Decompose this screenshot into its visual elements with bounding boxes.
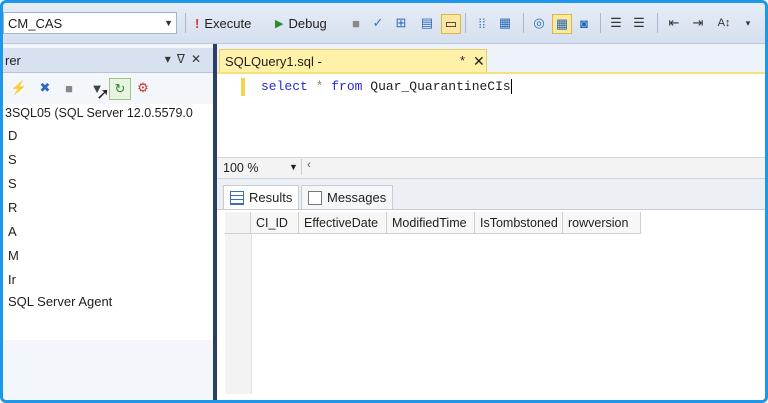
unsaved-marker: * — [460, 53, 466, 68]
debug-button[interactable]: ▶ Debug — [275, 12, 327, 34]
results-pane: Results Messages CI_ID EffectiveDate Mod… — [217, 179, 765, 400]
play-icon: ▶ — [275, 17, 284, 30]
stop-icon[interactable]: ■ — [59, 78, 79, 98]
server-node[interactable]: 3SQL05 (SQL Server 12.0.5579.0 MC — [5, 106, 234, 120]
tab-results-label: Results — [249, 190, 293, 205]
tree-node[interactable]: S — [8, 176, 17, 191]
chevron-down-icon: ▼ — [164, 18, 173, 28]
mouse-cursor-icon: ➚ — [96, 86, 110, 103]
column-header[interactable]: ModifiedTime — [387, 212, 475, 234]
main-toolbar: CM_CAS ▼ ! Execute ▶ Debug ■ ✓ ⊞ ▤ ▭ ⁞⁞ … — [3, 3, 765, 44]
pin-icon[interactable]: ᐁ — [177, 52, 191, 66]
query-text[interactable]: select * from Quar_QuarantineCIs — [261, 79, 512, 95]
sql-keyword: select — [261, 79, 308, 94]
stop-icon[interactable]: ■ — [347, 14, 365, 32]
server-node-label: 3SQL05 (SQL Server 12.0.5579.0 — [5, 106, 193, 120]
results-to-grid-icon[interactable]: ▦ — [496, 14, 514, 32]
intellisense-icon[interactable]: ▭ — [441, 14, 461, 34]
decrease-indent-icon[interactable]: ⇤ — [665, 14, 683, 32]
close-icon[interactable]: ✕ — [473, 53, 485, 70]
tree-node[interactable]: D — [8, 128, 17, 143]
tree-node[interactable]: R — [8, 200, 17, 215]
tab-results[interactable]: Results — [223, 185, 300, 209]
uncomment-icon[interactable]: ☰ — [630, 14, 648, 32]
column-header[interactable]: rowversion — [563, 212, 641, 234]
execute-button[interactable]: ! Execute — [195, 12, 251, 34]
object-explorer-toolbar: ⚡ ✖ ■ ▼ ↻ ⚙ ➚ — [3, 74, 213, 103]
panel-controls: ▾ᐁ✕ — [165, 52, 207, 66]
comment-icon[interactable]: ☰ — [607, 14, 625, 32]
live-stats-icon[interactable]: ▦ — [552, 14, 572, 34]
check-icon[interactable]: ✓ — [369, 14, 387, 32]
object-explorer-header: rer ▾ᐁ✕ — [3, 48, 213, 73]
row-header-column — [225, 234, 252, 394]
column-header[interactable]: IsTombstoned — [475, 212, 563, 234]
tree-node[interactable]: S — [8, 152, 17, 167]
close-icon[interactable]: ✕ — [191, 52, 207, 66]
tab-messages-label: Messages — [327, 190, 387, 205]
results-grid-header: CI_ID EffectiveDate ModifiedTime IsTombs… — [225, 212, 641, 234]
column-header[interactable]: CI_ID — [251, 212, 299, 234]
dropdown-icon[interactable]: ▾ — [165, 52, 177, 66]
column-header[interactable]: EffectiveDate — [299, 212, 387, 234]
include-plan-icon[interactable]: ◎ — [530, 14, 548, 32]
specify-values-icon[interactable]: A↕ — [715, 14, 733, 32]
tab-messages[interactable]: Messages — [301, 185, 394, 209]
activity-monitor-icon[interactable]: ⚙ — [133, 78, 153, 98]
connect-icon[interactable]: ⚡ — [9, 78, 29, 98]
toolbar-overflow-icon[interactable]: ▾ — [739, 14, 757, 32]
object-explorer-title: rer — [5, 53, 21, 68]
tree-node-sql-agent[interactable]: SQL Server Agent — [8, 294, 112, 309]
disconnect-icon[interactable]: ✖ — [35, 78, 55, 98]
database-dropdown[interactable]: CM_CAS ▼ — [3, 12, 177, 34]
client-stats-icon[interactable]: ◙ — [575, 14, 593, 32]
query-editor[interactable]: select * from Quar_QuarantineCIs — [217, 74, 765, 156]
object-explorer-panel: rer ▾ᐁ✕ ⚡ ✖ ■ ▼ ↻ ⚙ ➚ 3SQL05 (SQL Server… — [3, 44, 234, 400]
estimated-plan-icon[interactable]: ▤ — [418, 14, 436, 32]
toolbar-separator — [657, 13, 658, 33]
object-explorer-tree: 3SQL05 (SQL Server 12.0.5579.0 MC D S S … — [3, 104, 234, 340]
toolbar-separator — [523, 13, 524, 33]
debug-label: Debug — [288, 15, 327, 31]
zoom-bar: 100 % ▼ ‹ — [217, 157, 765, 179]
grid-corner[interactable] — [225, 212, 251, 234]
toolbar-separator — [600, 13, 601, 33]
execute-label: Execute — [204, 15, 252, 31]
grid-icon — [230, 190, 244, 205]
tree-node[interactable]: A — [8, 224, 17, 239]
tree-node[interactable]: Ir — [8, 272, 16, 287]
change-indicator — [241, 78, 245, 96]
zoom-value[interactable]: 100 % — [223, 161, 258, 175]
results-tab-strip: Results Messages — [217, 179, 765, 210]
document-tab-strip: SQLQuery1.sql - * ✕ — [217, 44, 765, 74]
results-to-icon[interactable]: ⁞⁞ — [473, 14, 491, 32]
sql-operator: * — [315, 79, 324, 94]
tree-node[interactable]: M — [8, 248, 19, 263]
sql-table-name: Quar_QuarantineCIs — [370, 79, 511, 94]
tab-sqlquery1[interactable]: SQLQuery1.sql - * ✕ — [219, 49, 487, 72]
toolbar-separator — [465, 13, 466, 33]
text-caret — [510, 79, 512, 95]
scroll-left-icon[interactable]: ‹ — [301, 159, 316, 175]
sql-keyword: from — [331, 79, 363, 94]
messages-icon — [308, 190, 322, 205]
execute-icon: ! — [195, 15, 200, 31]
query-plan-icon[interactable]: ⊞ — [392, 14, 410, 32]
toolbar-separator — [185, 13, 186, 33]
increase-indent-icon[interactable]: ⇥ — [689, 14, 707, 32]
chevron-down-icon[interactable]: ▼ — [289, 162, 298, 172]
database-value: CM_CAS — [8, 16, 63, 31]
tab-label: SQLQuery1.sql - — [225, 54, 322, 69]
